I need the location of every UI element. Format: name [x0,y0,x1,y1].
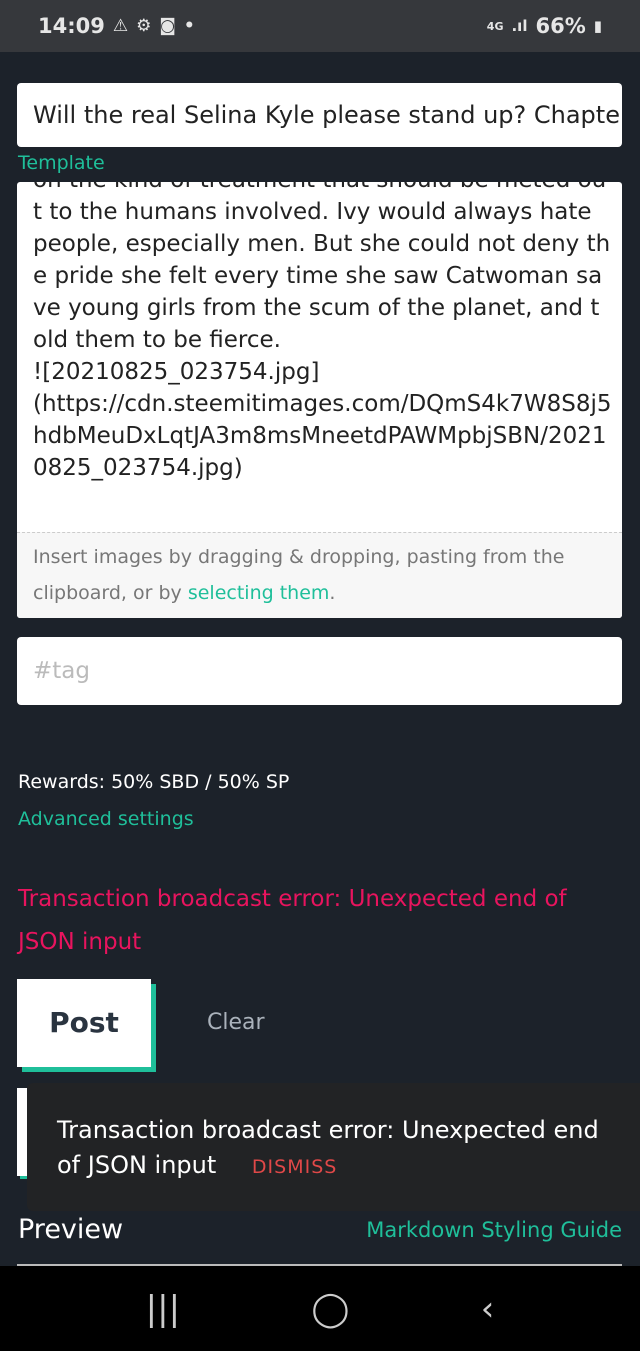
select-images-link[interactable]: selecting them [188,582,330,604]
image-drop-hint: Insert images by dragging & dropping, pa… [17,532,622,618]
title-input[interactable]: Will the real Selina Kyle please stand u… [17,83,622,147]
advanced-settings-link[interactable]: Advanced settings [18,808,194,830]
signal-icon: .ıl [511,17,528,35]
clear-button[interactable]: Clear [207,1010,265,1035]
back-icon[interactable]: ‹ [481,1289,495,1329]
markdown-guide-link[interactable]: Markdown Styling Guide [366,1218,622,1242]
preview-heading: Preview [18,1214,124,1245]
battery-icon: ▮ [593,17,602,35]
rewards-info: Rewards: 50% SBD / 50% SP [18,771,290,793]
dismiss-button[interactable]: DISMISS [252,1156,337,1178]
clock: 14:09 [38,14,105,38]
error-message: Transaction broadcast error: Unexpected … [18,886,567,955]
screen-record-icon: ◙ [159,16,176,36]
gear-icon: ⚙ [136,16,152,36]
body-editor[interactable]: on the kind of treatment that should be … [17,182,622,618]
recent-apps-icon[interactable]: ||| [146,1289,180,1329]
android-nav-bar: ||| ◯ ‹ [0,1266,640,1351]
template-link[interactable]: Template [18,152,105,174]
warning-icon: ⚠ [112,16,129,36]
snackbar: Transaction broadcast error: Unexpected … [27,1083,640,1211]
status-bar: 14:09 ⚠ ⚙ ◙ • 4G .ıl 66% ▮ [0,0,640,52]
dot-icon: • [183,16,195,36]
tag-input[interactable]: #tag [17,637,622,705]
home-icon[interactable]: ◯ [311,1289,349,1329]
post-button[interactable]: Post [17,979,151,1067]
battery-level: 66% [535,14,586,38]
body-textarea[interactable]: on the kind of treatment that should be … [33,182,613,484]
network-type: 4G [486,19,504,33]
drop-hint-end: . [329,582,336,604]
